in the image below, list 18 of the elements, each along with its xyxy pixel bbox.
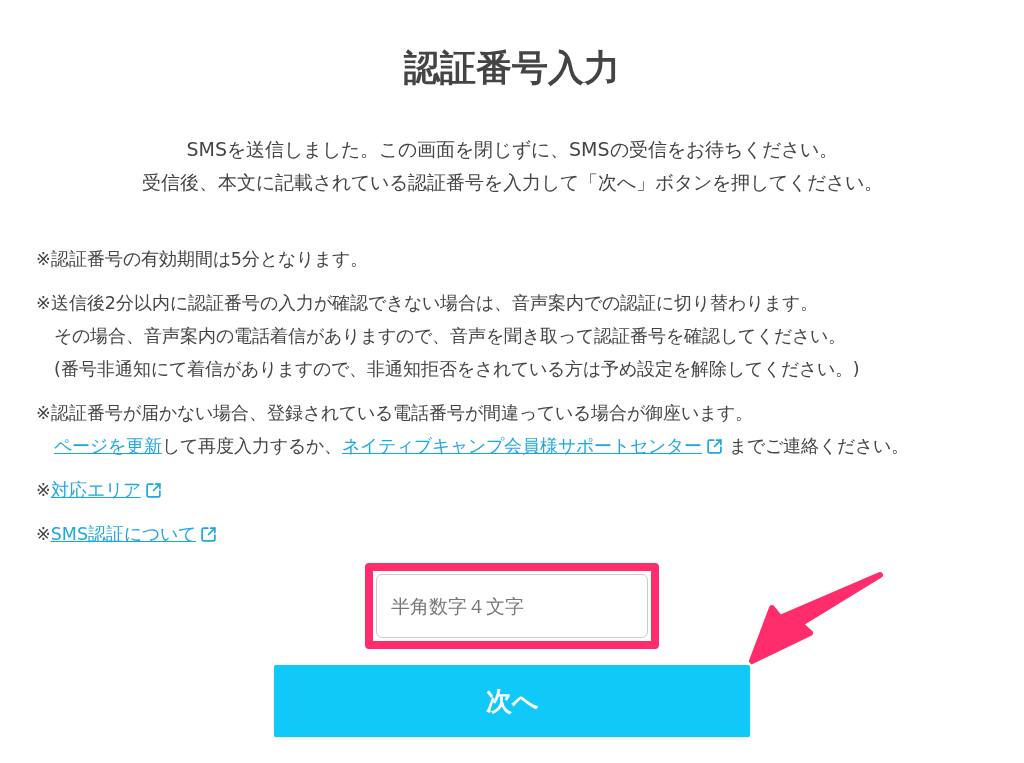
link[interactable]: SMS認証について xyxy=(50,519,196,549)
note-text: ※送信後2分以内に認証番号の入力が確認できない場合は、音声案内での認証に切り替わります。 xyxy=(36,292,818,315)
note-text: して再度入力するか、 xyxy=(162,435,342,458)
link[interactable]: ページを更新 xyxy=(54,431,162,461)
note-text: ※ xyxy=(36,523,51,546)
note-text: その場合、音声案内の電話着信がありますので、音声を聞き取って認証番号を確認してください。 xyxy=(54,325,846,348)
intro-text: SMSを送信しました。この画面を閉じずに、SMSの受信をお待ちください。 xyxy=(186,137,838,162)
link[interactable]: ネイティブキャンプ会員様サポートセンター xyxy=(342,431,702,461)
note-text: までご連絡ください。 xyxy=(727,435,909,458)
next-button[interactable]: 次へ xyxy=(274,665,750,737)
note-text: (番号非通知にて着信がありますので、非通知拒否をされている方は予め設定を解除してください。) xyxy=(54,358,860,381)
code-input-field[interactable]: 半角数字４文字 xyxy=(376,574,648,638)
note-text: ※認証番号が届かない場合、登録されている電話番号が間違っている場合が御座います。 xyxy=(36,402,753,425)
link[interactable]: 対応エリア xyxy=(50,475,141,505)
page-title: 認証番号入力 xyxy=(404,46,620,90)
note-text: ※認証番号の有効期間は5分となります。 xyxy=(36,248,368,271)
intro-text: 受信後、本文に記載されている認証番号を入力して「次へ」ボタンを押してください。 xyxy=(141,170,883,195)
note-text: ※ xyxy=(36,479,51,502)
